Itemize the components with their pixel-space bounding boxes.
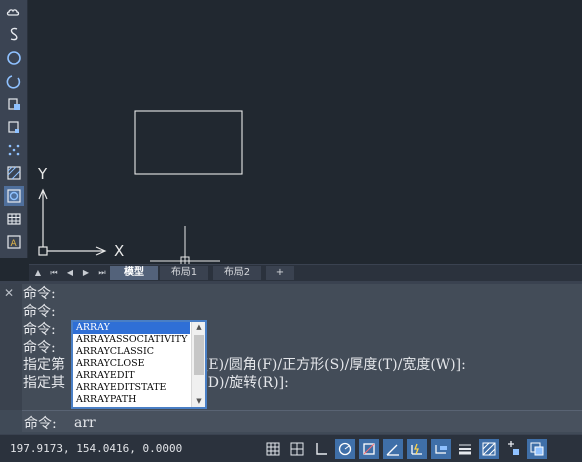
ellipse-arc-icon[interactable] [4,72,24,92]
coordinate-readout: 197.9173, 154.0416, 0.0000 [10,442,183,455]
command-window-handle[interactable]: ✕ [0,284,22,410]
hatch-icon[interactable] [4,163,24,183]
object-snap-icon[interactable] [359,439,379,459]
point-icon[interactable] [4,140,24,160]
snap-grid-icon[interactable] [287,439,307,459]
dynamic-ucs-icon[interactable] [407,439,427,459]
ellipse-icon[interactable] [4,48,24,68]
history-line: 命令: [23,304,56,320]
ucs-icon [38,188,107,256]
autocomplete-item[interactable]: ARRAYEDITSTATE [73,382,190,394]
object-tracking-icon[interactable] [383,439,403,459]
create-block-icon[interactable] [4,117,24,137]
history-line: 命令: [23,322,56,338]
tab-layout2[interactable]: 布局2 [213,266,261,280]
scroll-thumb[interactable] [194,335,204,375]
autocomplete-items: ARRAY ARRAYASSOCIATIVITY ARRAYCLASSIC AR… [73,322,190,407]
autocomplete-item[interactable]: ARRAYASSOCIATIVITY [73,334,190,346]
tab-first-icon[interactable]: ⏮ [48,267,60,279]
tab-next-icon[interactable]: ▶ [80,267,92,279]
revcloud-icon[interactable] [4,2,24,22]
command-input-row: 命令: [22,410,582,432]
ortho-icon[interactable] [311,439,331,459]
y-axis-label: Y [38,165,48,183]
transparency-icon[interactable] [479,439,499,459]
tab-prev-icon[interactable]: ◀ [64,267,76,279]
x-axis-label: X [114,242,125,260]
autocomplete-item[interactable]: ARRAYCLASSIC [73,346,190,358]
autocomplete-item[interactable]: ARRAYEDIT [73,370,190,382]
scroll-up-icon[interactable]: ▲ [192,322,206,333]
lineweight-icon[interactable] [455,439,475,459]
table-icon[interactable] [4,209,24,229]
drawn-rectangle[interactable] [134,110,243,175]
autocomplete-item[interactable]: ARRAYCLOSE [73,358,190,370]
close-icon[interactable]: ✕ [4,286,14,300]
crosshair-cursor [150,226,220,264]
region-icon[interactable] [4,186,24,206]
drawing-canvas[interactable]: Y X [29,0,582,264]
tabbar-up-icon[interactable]: ▲ [32,267,44,279]
command-input[interactable] [74,414,534,431]
annotation-scale-icon[interactable] [527,439,547,459]
grid-display-icon[interactable] [263,439,283,459]
spline-icon[interactable] [4,24,24,44]
status-bar: 197.9173, 154.0416, 0.0000 [0,434,582,462]
autocomplete-item[interactable]: ARRAYPATH [73,394,190,406]
autocomplete-scrollbar[interactable]: ▲ ▼ [191,322,205,407]
dynamic-input-icon[interactable] [431,439,451,459]
tab-add-button[interactable]: + [266,266,294,280]
mtext-icon[interactable]: A [4,232,24,252]
history-line: 命令: [23,286,56,302]
draw-toolbar: A [0,0,28,258]
svg-text:A: A [11,239,18,249]
tab-layout1[interactable]: 布局1 [160,266,208,280]
drawing-svg [38,110,243,264]
command-autocomplete-list: ARRAY ARRAYASSOCIATIVITY ARRAYCLASSIC AR… [71,320,207,409]
insert-block-icon[interactable] [4,94,24,114]
selection-cycling-icon[interactable] [503,439,523,459]
polar-tracking-icon[interactable] [335,439,355,459]
tab-model[interactable]: 模型 [110,266,158,280]
autocomplete-item[interactable]: ARRAY [73,322,190,334]
tab-last-icon[interactable]: ⏭ [96,267,108,279]
scroll-down-icon[interactable]: ▼ [192,396,206,407]
command-prompt: 命令: [24,416,57,432]
layout-tab-bar: ▲ ⏮ ◀ ▶ ⏭ 模型 布局1 布局2 + [29,264,582,281]
history-line: 命令: [23,340,56,356]
